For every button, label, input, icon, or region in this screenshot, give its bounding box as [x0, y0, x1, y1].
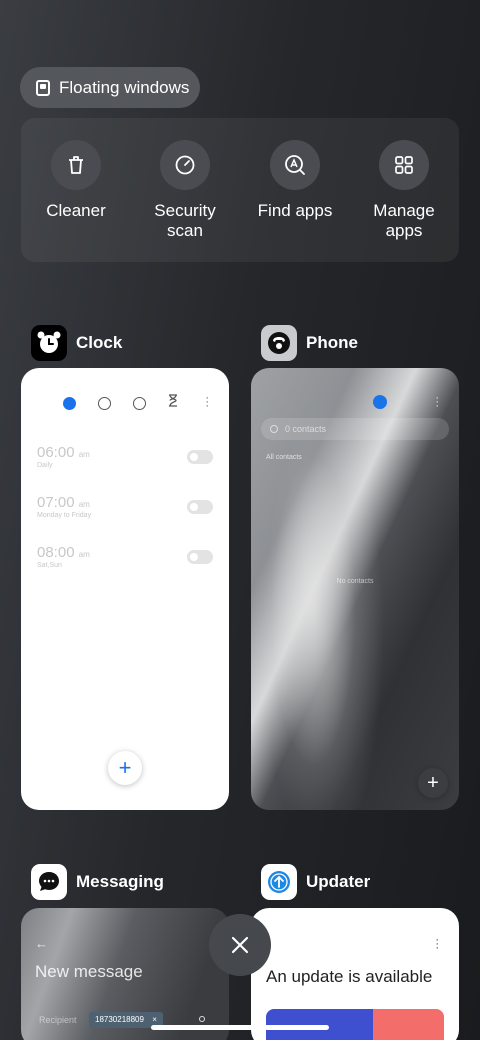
security-scan-icon — [160, 140, 210, 190]
trash-icon — [51, 140, 101, 190]
find-apps-icon — [270, 140, 320, 190]
cleaner-label: Cleaner — [46, 201, 106, 220]
updater-app-name: Updater — [306, 872, 371, 891]
add-contact-button[interactable]: + — [418, 768, 448, 798]
remove-recipient-icon[interactable]: × — [152, 1015, 157, 1024]
clock-app-name: Clock — [76, 333, 123, 352]
recipient-label: Recipient — [39, 1015, 77, 1025]
updater-app-card[interactable]: · · · An update is available — [251, 908, 459, 1040]
alarm-repeat: Daily — [37, 462, 53, 469]
recipient-number: 18730218809 — [95, 1015, 144, 1024]
manage-apps-button[interactable]: Manage apps — [349, 140, 459, 241]
cleaner-button[interactable]: Cleaner — [21, 140, 131, 221]
floating-windows-button[interactable]: Floating windows — [20, 67, 200, 108]
search-placeholder: 0 contacts — [285, 424, 327, 434]
search-icon — [270, 425, 278, 433]
manage-apps-label: Manage apps — [373, 201, 435, 240]
alarm-item[interactable]: 07:00 am Monday to Friday — [37, 494, 213, 519]
messaging-app-card[interactable]: ← New message Recipient 18730218809 × — [21, 908, 229, 1040]
phone-app-header[interactable]: Phone — [261, 325, 358, 361]
grid-icon — [379, 140, 429, 190]
clock-app-card[interactable]: · · · 06:00 am Daily 07:00 am Monday to Fr… — [21, 368, 229, 810]
messaging-app-header[interactable]: Messaging — [31, 864, 164, 900]
alarm-repeat: Monday to Friday — [37, 512, 92, 519]
phone-app-name: Phone — [306, 333, 358, 352]
clock-tab-icon[interactable] — [98, 396, 111, 410]
more-menu-icon[interactable]: · · · — [435, 393, 439, 412]
floating-window-icon — [36, 79, 50, 96]
empty-state-text: No contacts — [336, 578, 374, 585]
clock-app-header[interactable]: Clock — [31, 325, 122, 361]
updater-app-header[interactable]: Updater — [261, 864, 370, 900]
clock-tabs — [63, 394, 178, 412]
new-message-title: New message — [35, 962, 143, 981]
timer-tab-icon[interactable] — [168, 394, 178, 412]
phone-app-icon — [261, 325, 297, 361]
alarm-tab-icon[interactable] — [63, 396, 76, 410]
contacts-filter[interactable]: All contacts — [266, 454, 302, 461]
home-indicator[interactable] — [151, 1025, 329, 1030]
floating-windows-label: Floating windows — [59, 77, 190, 97]
security-scan-button[interactable]: Security scan — [130, 140, 240, 241]
phone-app-card[interactable]: · · · 0 contacts All contacts No contacts … — [251, 368, 459, 810]
alarm-repeat: Sat,Sun — [37, 562, 62, 569]
security-scan-label: Security scan — [154, 201, 216, 240]
account-icon[interactable] — [373, 395, 387, 409]
messaging-app-name: Messaging — [76, 872, 164, 891]
add-alarm-button[interactable]: + — [108, 751, 142, 785]
back-arrow-icon[interactable]: ← — [35, 936, 48, 951]
clear-all-button[interactable] — [209, 914, 271, 976]
more-menu-icon[interactable]: · · · — [435, 935, 439, 954]
update-available-title: An update is available — [266, 967, 433, 986]
clock-app-icon — [31, 325, 67, 361]
alarm-toggle[interactable] — [187, 550, 213, 564]
contacts-search-input[interactable]: 0 contacts — [261, 418, 449, 440]
close-icon — [231, 936, 249, 954]
quick-actions-panel: Cleaner Security scan Find apps Manage a… — [21, 118, 459, 262]
messaging-app-icon — [31, 864, 67, 900]
updater-app-icon — [261, 864, 297, 900]
alarm-toggle[interactable] — [187, 500, 213, 514]
find-apps-button[interactable]: Find apps — [240, 140, 350, 221]
alarm-item[interactable]: 06:00 am Daily — [37, 444, 213, 469]
find-apps-label: Find apps — [257, 201, 333, 220]
stopwatch-tab-icon[interactable] — [133, 396, 146, 410]
more-menu-icon[interactable]: · · · — [205, 393, 209, 412]
alarm-toggle[interactable] — [187, 450, 213, 464]
alarm-item[interactable]: 08:00 am Sat,Sun — [37, 544, 213, 569]
